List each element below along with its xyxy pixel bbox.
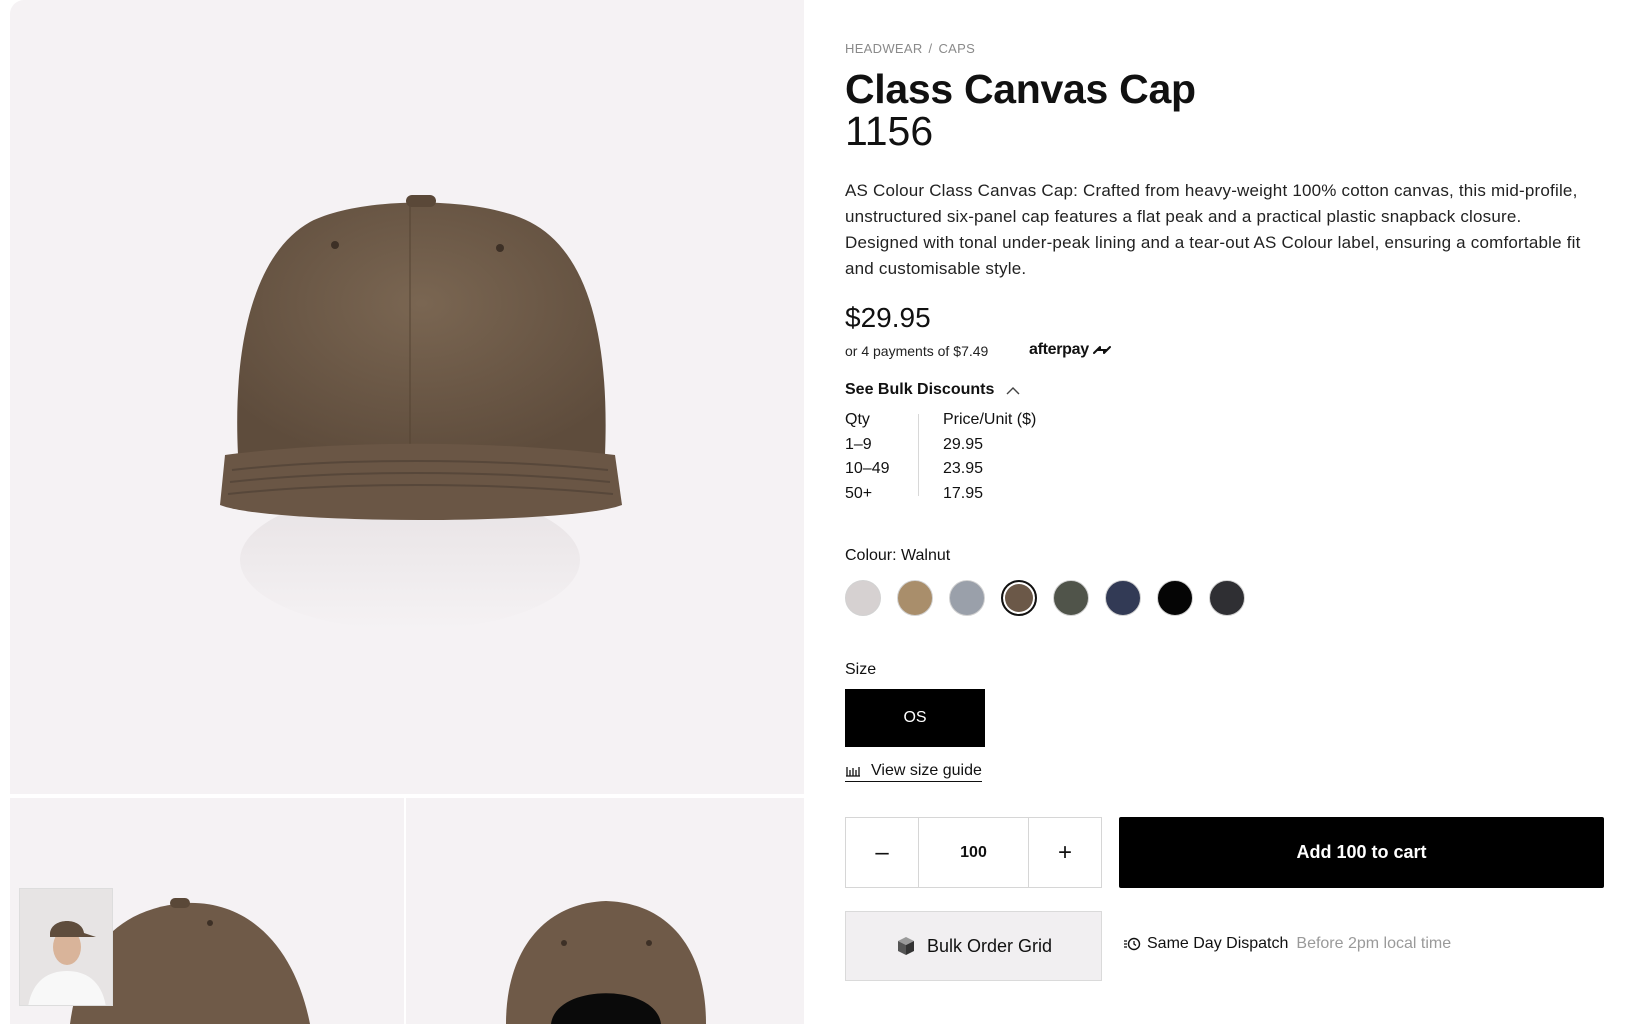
clock-icon xyxy=(1124,937,1141,951)
breadcrumb-category[interactable]: HEADWEAR xyxy=(845,41,923,56)
chevron-up-icon xyxy=(1006,386,1020,394)
gallery-image-back[interactable] xyxy=(406,798,804,1024)
colour-swatches xyxy=(845,580,1245,616)
size-guide-label: View size guide xyxy=(871,762,982,779)
afterpay-logo-icon xyxy=(1092,346,1111,354)
decrement-button[interactable]: – xyxy=(846,818,918,887)
swatch-grey[interactable] xyxy=(949,580,985,616)
bulk-discounts-toggle[interactable]: See Bulk Discounts xyxy=(845,381,1020,399)
quantity-stepper: – 100 + xyxy=(845,817,1102,888)
breadcrumb-separator: / xyxy=(928,41,933,56)
swatch-navy[interactable] xyxy=(1105,580,1141,616)
bulk-qty-cell: 50+ xyxy=(845,484,873,502)
swatch-natural[interactable] xyxy=(845,580,881,616)
bulk-qty-column: Qty 1–9 10–49 50+ xyxy=(845,408,925,506)
dispatch-info: Same Day Dispatch Before 2pm local time xyxy=(1123,935,1451,953)
add-to-cart-button[interactable]: Add 100 to cart xyxy=(1119,817,1604,888)
afterpay-logo[interactable]: afterpay xyxy=(1029,341,1113,359)
box-icon xyxy=(897,937,914,955)
swatch-walnut[interactable] xyxy=(1001,580,1037,616)
model-photo xyxy=(20,889,112,1005)
main-product-image[interactable] xyxy=(10,0,804,794)
product-gallery xyxy=(10,0,804,1024)
dispatch-detail: Before 2pm local time xyxy=(1296,935,1452,952)
product-title: Class Canvas Cap xyxy=(845,66,1196,112)
swatch-army[interactable] xyxy=(1053,580,1089,616)
bulk-price-column: Price/Unit ($) 29.95 23.95 17.95 xyxy=(943,408,1083,506)
dispatch-label: Same Day Dispatch xyxy=(1147,935,1289,952)
cap-front-image xyxy=(220,195,622,630)
colour-label: Colour: Walnut xyxy=(845,547,951,564)
installments-prefix: or 4 payments of xyxy=(845,343,950,359)
increment-button[interactable]: + xyxy=(1029,818,1101,887)
bulk-price-cell: 23.95 xyxy=(943,460,984,477)
product-details: HEADWEAR / CAPS Class Canvas Cap 1156 AS C… xyxy=(845,0,1605,1024)
model-thumbnail[interactable] xyxy=(19,888,113,1006)
size-label: Size xyxy=(845,661,877,678)
bulk-order-grid-button[interactable]: Bulk Order Grid xyxy=(845,911,1102,981)
swatch-tan[interactable] xyxy=(897,580,933,616)
swatch-coal[interactable] xyxy=(1209,580,1245,616)
size-guide-link[interactable]: View size guide xyxy=(845,762,982,782)
bulk-table-divider xyxy=(918,414,919,496)
bulk-price-header: Price/Unit ($) xyxy=(943,411,1037,428)
product-price: $29.95 xyxy=(845,302,931,333)
breadcrumb-subcategory[interactable]: CAPS xyxy=(938,41,975,56)
bulk-qty-cell: 10–49 xyxy=(845,460,890,477)
breadcrumb: HEADWEAR / CAPS xyxy=(845,41,975,56)
bulk-price-cell: 29.95 xyxy=(943,435,984,453)
bulk-price-cell: 17.95 xyxy=(943,484,984,502)
swatch-black[interactable] xyxy=(1157,580,1193,616)
afterpay-label: afterpay xyxy=(1029,341,1089,358)
cap-back-image xyxy=(506,901,706,1024)
installments-text: or 4 payments of $7.49 xyxy=(845,343,988,359)
gallery-thumbnails xyxy=(10,798,804,1024)
size-option-os[interactable]: OS xyxy=(845,689,985,747)
bulk-qty-cell: 1–9 xyxy=(845,435,872,453)
product-style-code: 1156 xyxy=(845,108,934,154)
bulk-qty-header: Qty xyxy=(845,411,870,428)
installments-amount: $7.49 xyxy=(953,343,989,359)
bulk-order-grid-label: Bulk Order Grid xyxy=(926,935,1053,956)
quantity-input[interactable]: 100 xyxy=(918,818,1029,887)
product-description: AS Colour Class Canvas Cap: Crafted from… xyxy=(845,181,1581,278)
bulk-discounts-label: See Bulk Discounts xyxy=(845,381,995,398)
ruler-icon xyxy=(846,767,860,777)
